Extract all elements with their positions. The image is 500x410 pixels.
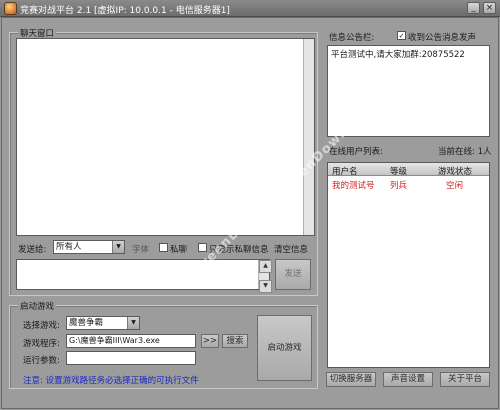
launch-game-button[interactable]: 启动游戏 [257,315,312,381]
online-count: 当前在线: 1人 [438,147,492,157]
input-scrollbar[interactable]: ▲ ▼ [258,260,272,293]
table-row[interactable]: 我的测试号 列兵 空闲 [328,177,489,191]
clear-messages-button[interactable]: 清空信息 [274,243,308,255]
search-button[interactable]: 搜索 [222,334,248,348]
params-label: 运行参数: [23,356,60,366]
user-level: 列兵 [390,181,408,191]
switch-server-button[interactable]: 切换服务器 [326,372,376,387]
send-to-select[interactable]: 所有人 ▼ [53,240,125,254]
scroll-down-icon[interactable]: ▼ [259,280,272,293]
about-button[interactable]: 关于平台 [440,372,490,387]
send-to-value: 所有人 [56,242,82,252]
select-game-label: 选择游戏: [23,321,60,331]
user-name: 我的测试号 [332,181,375,191]
window-title: 竞赛对战平台 2.1 [虚拟IP: 10.0.0.1 - 电信服务器1] [20,6,230,16]
user-status: 空闲 [446,181,464,191]
notice-sound-checkbox[interactable]: ✓ [397,31,406,40]
program-label: 游戏程序: [23,339,60,349]
column-status[interactable]: 游戏状态 [438,165,472,177]
game-select-value: 魔兽争霸 [69,318,104,328]
list-header: 用户名 等级 游戏状态 [328,163,489,177]
chevron-down-icon[interactable]: ▼ [127,317,139,329]
send-button[interactable]: 发送 [275,259,311,290]
send-to-label: 发送给: [18,245,47,255]
launch-title: 启动游戏 [18,300,57,312]
online-user-list[interactable]: 用户名 等级 游戏状态 我的测试号 列兵 空闲 [327,162,490,368]
game-select[interactable]: 魔兽争霸 ▼ [66,316,140,330]
minimize-button[interactable]: _ [467,2,480,14]
font-button[interactable]: 字体 [132,243,149,255]
column-username[interactable]: 用户名 [332,165,358,177]
app-logo-icon [4,2,17,15]
params-input[interactable] [66,351,196,365]
column-level[interactable]: 等级 [390,165,407,177]
private-checkbox[interactable] [159,243,168,252]
browse-button[interactable]: >> [201,334,219,348]
message-input[interactable]: ▲ ▼ [16,259,272,293]
notice-sound-label: 收到公告消息发声 [408,33,477,43]
program-path-input[interactable]: G:\魔兽争霸III\War3.exe [66,334,196,348]
private-label: 私聊 [170,245,188,255]
sound-settings-button[interactable]: 声音设置 [383,372,433,387]
close-button[interactable]: × [483,2,496,14]
path-notice: 注意: 设置游戏路径务必选择正确的可执行文件 [23,376,199,386]
scroll-up-icon[interactable]: ▲ [259,260,272,273]
chevron-down-icon[interactable]: ▼ [112,241,124,253]
chat-scrollbar[interactable] [303,39,314,235]
notice-board-title: 信息公告栏: [329,33,375,43]
